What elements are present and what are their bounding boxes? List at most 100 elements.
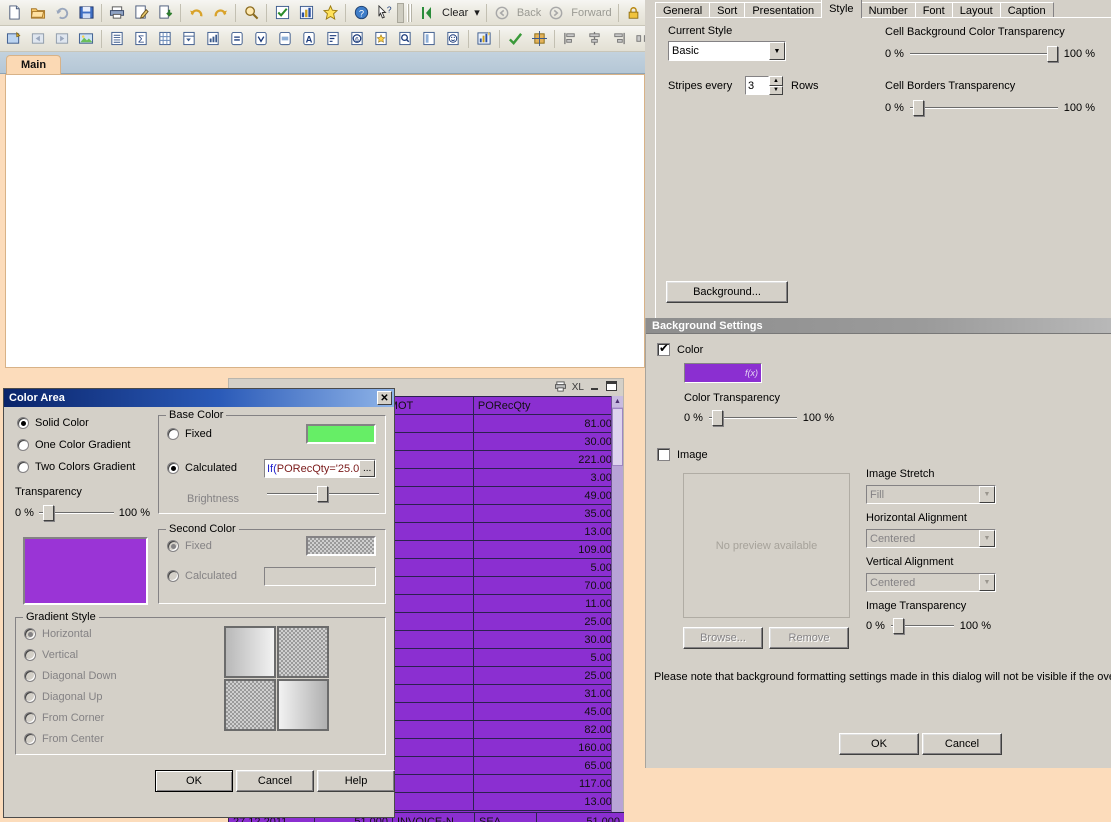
gradient-preview-1[interactable]	[224, 626, 276, 678]
transparency-slider[interactable]	[38, 505, 114, 521]
back-icon[interactable]	[490, 2, 514, 24]
search-icon[interactable]	[239, 2, 263, 24]
background-ok-button[interactable]: OK	[839, 733, 919, 755]
zoom-icon[interactable]	[393, 28, 417, 50]
text-object-icon[interactable]: A	[297, 28, 321, 50]
image-checkbox-row[interactable]: Image	[657, 448, 708, 461]
radio-gradient-horizontal[interactable]: Horizontal	[24, 628, 204, 640]
image-transparency-slider[interactable]	[890, 618, 954, 634]
refresh-icon[interactable]	[50, 2, 74, 24]
chart-icon[interactable]	[294, 2, 318, 24]
image-sheet-icon[interactable]	[74, 28, 98, 50]
stepper-arrows[interactable]: ▲ ▼	[769, 76, 783, 95]
redo-icon[interactable]	[208, 2, 232, 24]
clear-button[interactable]: Clear ▾	[415, 2, 483, 24]
statistics-sigma-icon[interactable]: Σ	[129, 28, 153, 50]
radio-second-fixed[interactable]: Fixed	[167, 540, 212, 552]
new-document-icon[interactable]	[2, 2, 26, 24]
radio-gradient-diagonal-down[interactable]: Diagonal Down	[24, 670, 204, 682]
chevron-down-icon[interactable]: ▼	[979, 574, 995, 591]
chart-wizard-icon[interactable]	[472, 28, 496, 50]
radio-solid-color[interactable]: Solid Color	[17, 417, 157, 429]
tab-presentation[interactable]: Presentation	[744, 2, 823, 18]
cancel-button[interactable]: Cancel	[236, 770, 314, 792]
slider-thumb[interactable]	[712, 410, 724, 426]
stepper-down-icon[interactable]: ▼	[769, 85, 783, 95]
slider-thumb[interactable]	[317, 486, 329, 502]
tab-layout[interactable]: Layout	[951, 2, 1001, 18]
chevron-down-icon[interactable]: ▼	[769, 42, 785, 60]
gradient-preview-2[interactable]	[277, 626, 329, 678]
toolbar-drag-grip[interactable]	[407, 3, 412, 22]
chevron-down-icon[interactable]: ▾	[471, 6, 483, 19]
export-xl-icon[interactable]: XL	[572, 382, 584, 393]
tab-style[interactable]: Style	[821, 0, 862, 18]
apply-check-icon[interactable]	[503, 28, 527, 50]
open-folder-icon[interactable]	[26, 2, 50, 24]
radio-gradient-diagonal-up[interactable]: Diagonal Up	[24, 691, 204, 703]
tab-sort[interactable]: Sort	[709, 2, 746, 18]
edit-icon[interactable]	[129, 2, 153, 24]
smiley-icon[interactable]	[441, 28, 465, 50]
next-sheet-icon[interactable]	[50, 28, 74, 50]
gauge-icon[interactable]: 6	[345, 28, 369, 50]
help-icon[interactable]: ?	[349, 2, 373, 24]
browse-button[interactable]: Browse...	[683, 627, 763, 649]
gradient-preview-3[interactable]	[224, 679, 276, 731]
tab-caption[interactable]: Caption	[999, 2, 1054, 18]
slider-thumb[interactable]	[1046, 46, 1058, 62]
formula-ellipsis-button[interactable]: ...	[359, 460, 375, 477]
base-fixed-color-swatch[interactable]	[306, 424, 376, 444]
input-box-icon[interactable]	[273, 28, 297, 50]
align-left-icon[interactable]	[558, 28, 582, 50]
bookmark-star-icon[interactable]	[369, 28, 393, 50]
multi-box-icon[interactable]	[249, 28, 273, 50]
second-calculated-field[interactable]	[264, 567, 376, 586]
vertical-alignment-combo[interactable]: Centered ▼	[866, 573, 996, 592]
sheet-canvas[interactable]	[5, 74, 645, 368]
radio-base-fixed[interactable]: Fixed	[167, 428, 212, 440]
color-checkbox-row[interactable]: Color	[657, 341, 703, 356]
print-icon[interactable]	[105, 2, 129, 24]
remove-button[interactable]: Remove	[769, 627, 849, 649]
favorite-star-icon[interactable]	[318, 2, 342, 24]
check-icon[interactable]	[270, 2, 294, 24]
minimize-icon[interactable]	[590, 381, 600, 394]
forward-icon[interactable]	[544, 2, 568, 24]
forward-button[interactable]: Forward	[544, 2, 614, 24]
expression-icon[interactable]	[225, 28, 249, 50]
undo-icon[interactable]	[184, 2, 208, 24]
slider-thumb[interactable]	[912, 100, 924, 116]
help-button[interactable]: Help	[317, 770, 395, 792]
color-checkbox[interactable]	[657, 341, 670, 356]
stepper-up-icon[interactable]: ▲	[769, 76, 783, 86]
radio-gradient-vertical[interactable]: Vertical	[24, 649, 204, 661]
tab-font[interactable]: Font	[914, 2, 953, 18]
current-style-combo[interactable]: Basic ▼	[668, 41, 786, 61]
design-grid-icon[interactable]	[527, 28, 551, 50]
export-icon[interactable]	[153, 2, 177, 24]
new-sheet-icon[interactable]	[2, 28, 26, 50]
color-area-titlebar[interactable]: Color Area ✕	[4, 389, 394, 407]
clear-icon[interactable]	[415, 2, 439, 24]
base-calculated-formula-field[interactable]: If( PORecQty='25.0 ...	[264, 459, 376, 478]
color-preview-swatch[interactable]	[23, 537, 148, 605]
horizontal-alignment-combo[interactable]: Centered ▼	[866, 529, 996, 548]
cell-borders-transparency-slider[interactable]	[909, 100, 1058, 116]
cell-bg-transparency-slider[interactable]	[909, 46, 1058, 62]
scrollbar-thumb[interactable]	[612, 408, 623, 466]
brightness-slider[interactable]	[267, 486, 379, 502]
previous-sheet-icon[interactable]	[26, 28, 50, 50]
help-pointer-icon[interactable]: ?	[373, 2, 397, 24]
close-icon[interactable]: ✕	[377, 391, 392, 405]
radio-one-color-gradient[interactable]: One Color Gradient	[17, 439, 157, 451]
align-right-icon[interactable]	[606, 28, 630, 50]
gradient-preview-4[interactable]	[277, 679, 329, 731]
radio-gradient-from-corner[interactable]: From Corner	[24, 712, 204, 724]
stripes-every-value[interactable]: 3	[745, 76, 769, 95]
radio-gradient-from-center[interactable]: From Center	[24, 733, 204, 745]
scroll-up-icon[interactable]: ▲	[612, 396, 623, 407]
pivot-table-icon[interactable]	[177, 28, 201, 50]
image-stretch-combo[interactable]: Fill ▼	[866, 485, 996, 504]
column-header-porecqty[interactable]: PORecQty	[472, 396, 623, 415]
